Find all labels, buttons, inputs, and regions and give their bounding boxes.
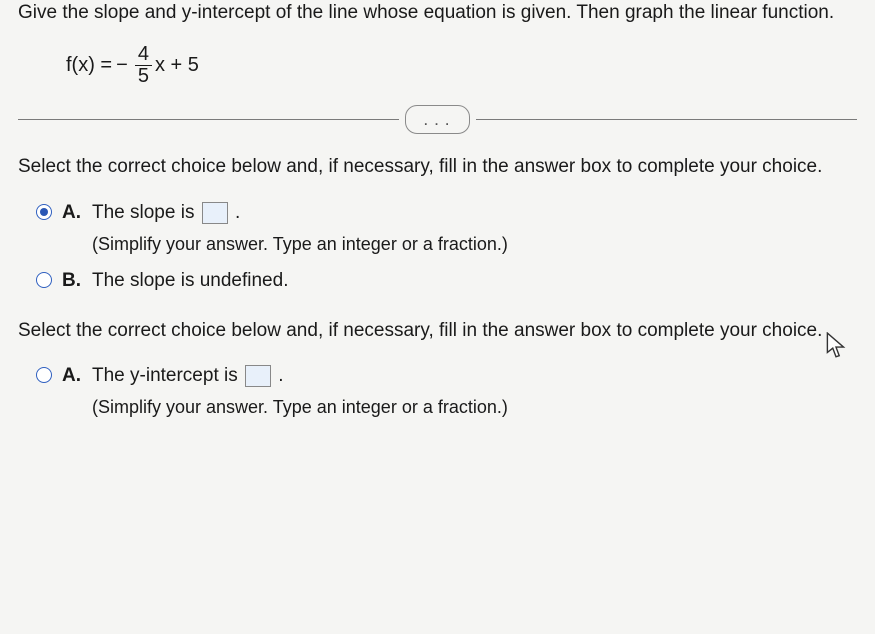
cursor-icon xyxy=(825,332,847,368)
divider-line-left xyxy=(18,119,399,120)
hint-intercept-a: (Simplify your answer. Type an integer o… xyxy=(92,395,857,419)
choice-letter: A. xyxy=(62,200,84,226)
choice-text-before: The slope is xyxy=(92,202,200,223)
more-button[interactable]: . . . xyxy=(405,105,470,135)
equation-negative: − xyxy=(116,52,128,79)
choice-text-after: . xyxy=(235,202,240,223)
choice-letter: A. xyxy=(62,363,84,389)
answer-box-slope[interactable] xyxy=(202,202,228,224)
instruction-slope: Select the correct choice below and, if … xyxy=(18,154,857,180)
choice-slope-a[interactable]: A. The slope is . xyxy=(36,200,857,226)
answer-box-intercept[interactable] xyxy=(245,365,271,387)
radio-intercept-a[interactable] xyxy=(36,367,52,383)
radio-slope-a[interactable] xyxy=(36,204,52,220)
more-icon: . . . xyxy=(424,114,451,128)
choice-text-before: The y-intercept is xyxy=(92,365,243,386)
equation: f(x) = − 4 5 x + 5 xyxy=(66,44,857,87)
fraction-numerator: 4 xyxy=(135,44,152,65)
divider-row: . . . xyxy=(18,105,857,135)
choice-text: The slope is . xyxy=(92,200,240,226)
choice-slope-b[interactable]: B. The slope is undefined. xyxy=(36,268,857,294)
hint-slope-a: (Simplify your answer. Type an integer o… xyxy=(92,232,857,256)
question-header: Give the slope and y-intercept of the li… xyxy=(18,0,857,26)
instruction-intercept: Select the correct choice below and, if … xyxy=(18,318,857,344)
choice-intercept-a[interactable]: A. The y-intercept is . xyxy=(36,363,857,389)
choice-text-after: . xyxy=(278,365,283,386)
radio-slope-b[interactable] xyxy=(36,272,52,288)
choice-text: The y-intercept is . xyxy=(92,363,284,389)
fraction-denominator: 5 xyxy=(135,65,152,87)
equation-lhs: f(x) = xyxy=(66,52,112,79)
equation-suffix: x + 5 xyxy=(155,52,199,79)
divider-line-right xyxy=(476,119,857,120)
equation-fraction: 4 5 xyxy=(135,44,152,87)
choice-text: The slope is undefined. xyxy=(92,268,288,294)
choice-letter: B. xyxy=(62,268,84,294)
